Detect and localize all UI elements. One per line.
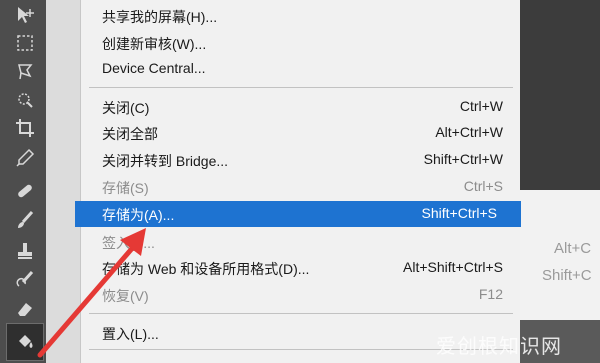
menu-item-save-as[interactable]: 存储为(A)... Shift+Ctrl+S (75, 201, 521, 227)
quick-select-icon[interactable] (12, 87, 38, 113)
tool-palette (0, 0, 46, 363)
ghost-shortcut: Alt+C (554, 240, 592, 257)
menu-item-close-all[interactable]: 关闭全部 Alt+Ctrl+W (81, 120, 521, 146)
marquee-icon[interactable] (12, 30, 38, 56)
watermark: 爱创根知识网 (436, 336, 562, 358)
menu-item-close[interactable]: 关闭(C) Ctrl+W (81, 94, 521, 120)
menu-item-shortcut: Shift+Ctrl+W (423, 151, 503, 167)
menu-item-label: 存储为(A)... (102, 207, 175, 223)
menu-item-label: Device Central... (102, 60, 206, 76)
history-brush-icon[interactable] (12, 267, 38, 293)
file-menu: 共享我的屏幕(H)... 创建新审核(W)... Device Central.… (75, 0, 521, 363)
menu-item-label: 关闭(C) (102, 100, 150, 116)
eraser-icon[interactable] (12, 296, 38, 322)
crop-icon[interactable] (12, 115, 38, 141)
menu-item-label: 关闭并转到 Bridge... (102, 153, 229, 169)
menu-item-save[interactable]: 存储(S) Ctrl+S (81, 174, 521, 200)
menu-item-label: 置入(L)... (102, 326, 159, 342)
menu-item-save-for-web[interactable]: 存储为 Web 和设备所用格式(D)... Alt+Shift+Ctrl+S (81, 255, 521, 281)
menu-item-label: 共享我的屏幕(H)... (102, 9, 218, 25)
menu-item-check-in[interactable]: 签入(I)... (81, 229, 521, 255)
paint-bucket-icon[interactable] (6, 323, 44, 361)
move-icon[interactable] (12, 2, 38, 28)
menu-item-label: 关闭全部 (102, 126, 158, 142)
menu-item-label: 签入(I)... (102, 235, 155, 251)
menu-item-label: 存储(S) (102, 180, 149, 196)
menu-item-shortcut: Ctrl+S (463, 178, 503, 194)
menu-item-shortcut: Ctrl+W (459, 98, 503, 114)
menu-item-create-review[interactable]: 创建新审核(W)... (81, 30, 521, 56)
menu-item-shortcut: Shift+Ctrl+S (421, 205, 497, 221)
healing-brush-icon[interactable] (12, 178, 38, 204)
menu-item-shortcut: Alt+Ctrl+W (435, 124, 503, 140)
menu-item-shortcut: Alt+Shift+Ctrl+S (403, 259, 503, 275)
menu-item-device-central[interactable]: Device Central... (81, 56, 521, 82)
ghost-shortcut: Shift+C (542, 267, 592, 284)
brush-icon[interactable] (12, 207, 38, 233)
menu-item-share-screen[interactable]: 共享我的屏幕(H)... (81, 3, 521, 29)
lasso-icon[interactable] (12, 58, 38, 84)
menu-item-label: 创建新审核(W)... (102, 36, 207, 52)
menu-item-close-go-bridge[interactable]: 关闭并转到 Bridge... Shift+Ctrl+W (81, 147, 521, 173)
dark-panel (520, 0, 600, 190)
menu-item-label: 存储为 Web 和设备所用格式(D)... (102, 261, 310, 277)
menu-item-revert[interactable]: 恢复(V) F12 (81, 282, 521, 308)
dialog-fragment: Alt+C Shift+C (520, 190, 600, 320)
menu-item-label: 恢复(V) (102, 288, 149, 304)
clone-stamp-icon[interactable] (12, 238, 38, 264)
menu-item-shortcut: F12 (478, 286, 503, 302)
menu-separator (89, 313, 513, 314)
eyedropper-icon[interactable] (12, 145, 38, 171)
menu-separator (89, 87, 513, 88)
canvas-background (46, 0, 80, 363)
